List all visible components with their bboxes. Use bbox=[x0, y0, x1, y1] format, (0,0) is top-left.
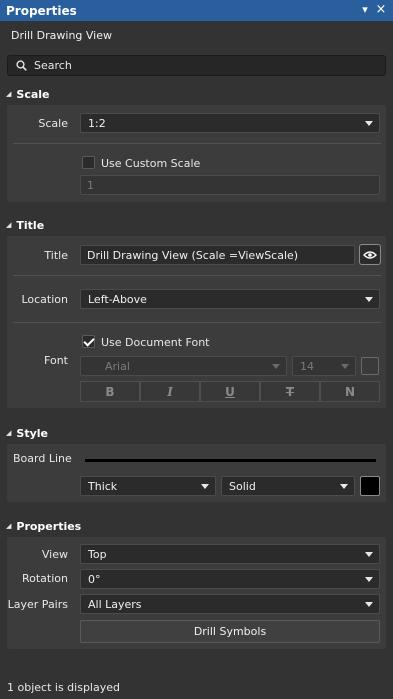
use-custom-scale-checkbox[interactable] bbox=[82, 156, 95, 169]
title-label: Title bbox=[44, 249, 68, 262]
title-visibility-toggle[interactable] bbox=[359, 244, 381, 265]
pin-dropdown-icon[interactable]: ▾ bbox=[358, 2, 372, 18]
strikethrough-button[interactable]: T bbox=[260, 381, 320, 402]
section-header-style[interactable]: ◢ Style bbox=[6, 425, 48, 441]
layer-pairs-label: Layer Pairs bbox=[7, 598, 68, 611]
section-title-style: Style bbox=[16, 426, 48, 440]
section-header-properties[interactable]: ◢ Properties bbox=[6, 518, 81, 534]
collapse-triangle-icon: ◢ bbox=[6, 221, 12, 229]
collapse-triangle-icon: ◢ bbox=[6, 90, 12, 98]
divider bbox=[13, 143, 381, 144]
collapse-triangle-icon: ◢ bbox=[6, 522, 12, 530]
board-line-label: Board Line bbox=[13, 452, 72, 465]
chevron-down-icon bbox=[365, 552, 373, 557]
custom-scale-value: 1 bbox=[87, 178, 94, 192]
line-weight-dropdown[interactable]: Thick bbox=[80, 476, 216, 496]
section-header-scale[interactable]: ◢ Scale bbox=[6, 86, 50, 102]
view-dropdown[interactable]: Top bbox=[80, 544, 380, 564]
divider bbox=[13, 275, 381, 276]
drill-symbols-button[interactable]: Drill Symbols bbox=[80, 620, 380, 643]
scale-label: Scale bbox=[38, 117, 68, 130]
use-document-font-label: Use Document Font bbox=[101, 336, 210, 349]
chevron-down-icon bbox=[201, 484, 209, 489]
collapse-triangle-icon: ◢ bbox=[6, 429, 12, 437]
location-value: Left-Above bbox=[88, 292, 147, 306]
chevron-down-icon bbox=[365, 297, 373, 302]
close-icon[interactable]: × bbox=[374, 2, 388, 18]
use-custom-scale-label: Use Custom Scale bbox=[101, 157, 201, 170]
layer-pairs-value: All Layers bbox=[88, 597, 142, 611]
scale-value: 1:2 bbox=[88, 116, 106, 130]
search-placeholder: Search bbox=[34, 59, 72, 72]
eye-icon bbox=[363, 250, 377, 259]
font-size-value: 14 bbox=[300, 359, 314, 373]
italic-button[interactable]: I bbox=[140, 381, 200, 402]
panel-titlebar: Properties ▾ × bbox=[0, 0, 393, 21]
status-text: 1 object is displayed bbox=[7, 681, 120, 694]
location-label: Location bbox=[21, 293, 68, 306]
scale-dropdown[interactable]: 1:2 bbox=[80, 113, 380, 133]
chevron-down-icon bbox=[365, 577, 373, 582]
chevron-down-icon bbox=[341, 364, 349, 369]
use-document-font-checkbox[interactable] bbox=[82, 335, 95, 348]
chevron-down-icon bbox=[272, 364, 280, 369]
panel-title: Properties bbox=[6, 3, 77, 18]
view-value: Top bbox=[88, 547, 107, 561]
search-input[interactable]: Search bbox=[7, 55, 386, 76]
normal-button[interactable]: N bbox=[320, 381, 380, 402]
bold-button[interactable]: B bbox=[80, 381, 140, 402]
line-color-swatch[interactable] bbox=[360, 476, 380, 496]
title-value: Drill Drawing View (Scale =ViewScale) bbox=[87, 248, 299, 262]
line-style-value: Solid bbox=[229, 479, 256, 493]
font-format-toolbar: B I U T N bbox=[80, 381, 380, 402]
font-color-swatch[interactable] bbox=[361, 357, 379, 375]
rotation-dropdown[interactable]: 0° bbox=[80, 569, 380, 589]
divider bbox=[13, 322, 381, 323]
layer-pairs-dropdown[interactable]: All Layers bbox=[80, 594, 380, 614]
font-label: Font bbox=[44, 354, 68, 367]
font-family-dropdown[interactable]: Arial bbox=[80, 356, 287, 376]
title-input[interactable]: Drill Drawing View (Scale =ViewScale) bbox=[80, 245, 355, 265]
location-dropdown[interactable]: Left-Above bbox=[80, 289, 380, 309]
chevron-down-icon bbox=[365, 602, 373, 607]
chevron-down-icon bbox=[340, 484, 348, 489]
board-line-preview bbox=[85, 459, 376, 462]
font-family-value: Arial bbox=[105, 359, 130, 373]
view-type-label: Drill Drawing View bbox=[11, 29, 112, 42]
line-style-dropdown[interactable]: Solid bbox=[221, 476, 355, 496]
rotation-label: Rotation bbox=[21, 572, 68, 585]
search-icon bbox=[16, 60, 27, 71]
custom-scale-input[interactable]: 1 bbox=[80, 175, 380, 195]
font-size-dropdown[interactable]: 14 bbox=[292, 356, 356, 376]
section-title-properties: Properties bbox=[16, 519, 82, 533]
view-label: View bbox=[41, 548, 68, 561]
line-weight-value: Thick bbox=[88, 479, 118, 493]
section-title-title: Title bbox=[16, 218, 45, 232]
section-header-title[interactable]: ◢ Title bbox=[6, 217, 44, 233]
underline-button[interactable]: U bbox=[200, 381, 260, 402]
chevron-down-icon bbox=[365, 121, 373, 126]
section-title-scale: Scale bbox=[16, 87, 50, 101]
rotation-value: 0° bbox=[88, 572, 101, 586]
